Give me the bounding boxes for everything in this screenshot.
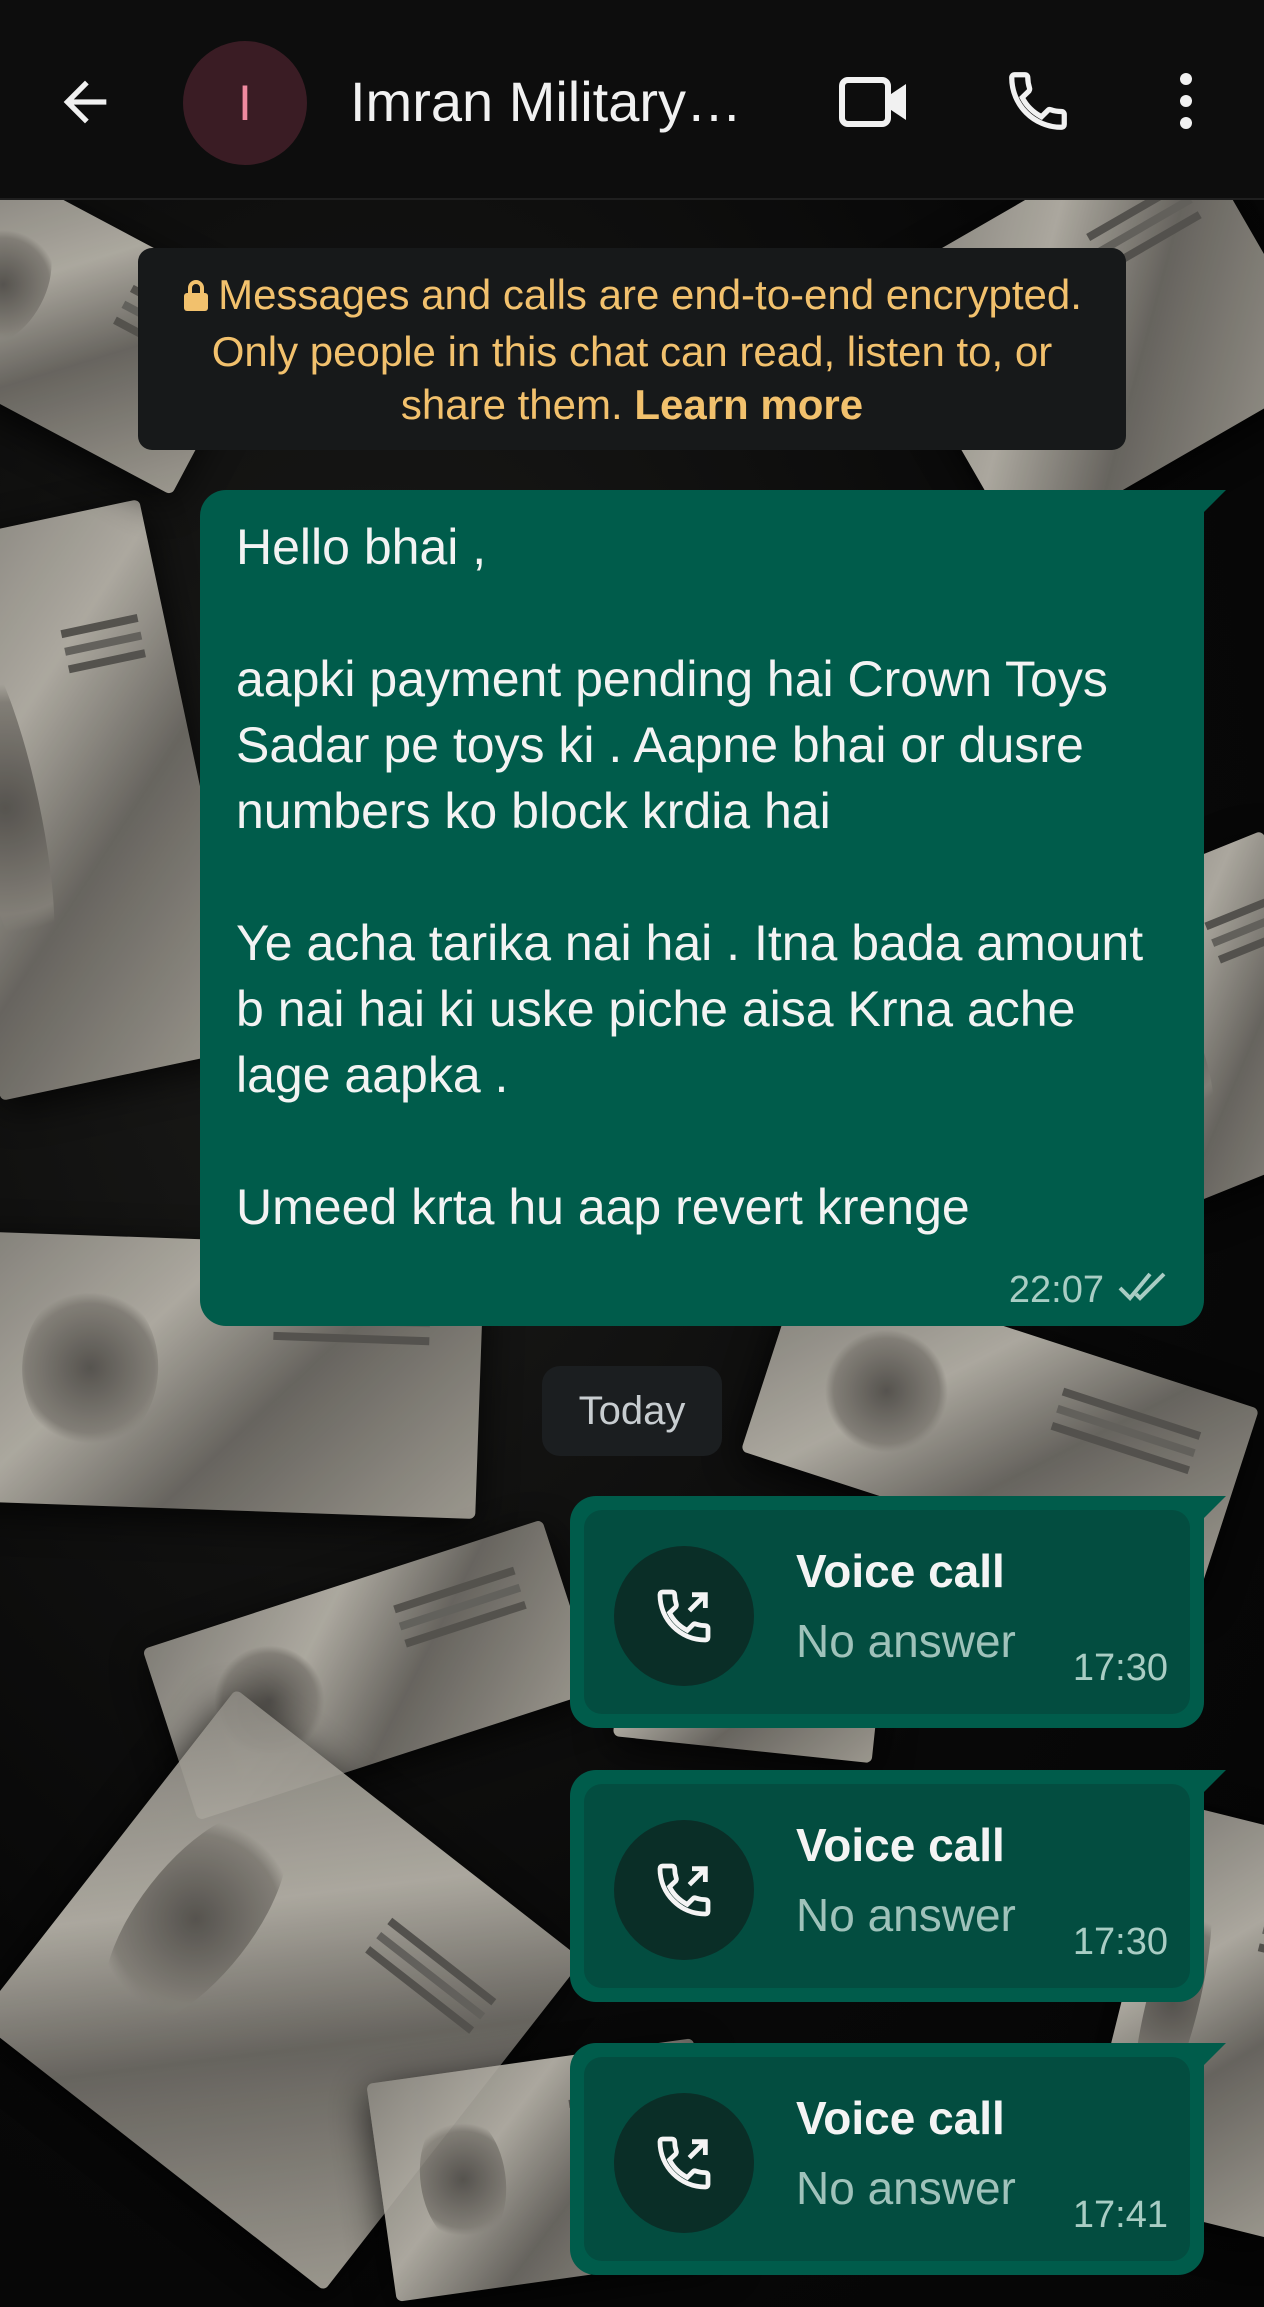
chat-header: I Imran Military… — [0, 0, 1264, 200]
bubble-tail — [1204, 1496, 1226, 1518]
voice-call-bubble[interactable]: Voice call No answer 17:30 — [570, 1770, 1226, 2002]
outgoing-call-icon — [614, 1820, 754, 1960]
call-title: Voice call — [796, 1819, 1005, 1871]
outgoing-call-icon — [614, 1546, 754, 1686]
call-status: No answer — [796, 1615, 1016, 1667]
voice-call-icon[interactable] — [988, 56, 1088, 146]
call-card: Voice call No answer 17:41 — [584, 2057, 1190, 2261]
voice-call-bubble[interactable]: Voice call No answer 17:30 — [570, 1496, 1226, 1728]
double-check-icon — [1118, 1269, 1174, 1312]
call-status: No answer — [796, 2162, 1016, 2214]
outgoing-call-icon — [614, 2093, 754, 2233]
video-call-icon[interactable] — [820, 62, 930, 142]
bubble-tail — [1204, 490, 1226, 512]
voice-call-bubble[interactable]: Voice call No answer 17:41 — [570, 2043, 1226, 2275]
contact-name[interactable]: Imran Military… — [350, 62, 770, 142]
date-separator: Today — [542, 1366, 722, 1456]
call-time: 17:30 — [1072, 1647, 1168, 1689]
back-arrow-icon[interactable] — [40, 62, 130, 142]
call-status: No answer — [796, 1889, 1016, 1941]
outgoing-message-bubble[interactable]: Hello bhai , aapki payment pending hai C… — [200, 490, 1226, 1326]
avatar[interactable]: I — [183, 41, 307, 165]
avatar-initial: I — [238, 75, 252, 131]
call-card: Voice call No answer 17:30 — [584, 1510, 1190, 1714]
call-title: Voice call — [796, 1545, 1005, 1597]
more-options-icon[interactable] — [1156, 56, 1216, 146]
bubble-tail — [1204, 1770, 1226, 1792]
call-time: 17:30 — [1072, 1921, 1168, 1963]
call-title: Voice call — [796, 2092, 1005, 2144]
bubble-tail — [1204, 2043, 1226, 2065]
call-time: 17:41 — [1072, 2194, 1168, 2236]
message-time: 22:07 — [1008, 1269, 1104, 1311]
message-text: Hello bhai , aapki payment pending hai C… — [236, 519, 1144, 1235]
lock-icon — [182, 272, 210, 325]
message-meta: 22:07 — [1009, 1269, 1174, 1312]
learn-more-link[interactable]: Learn more — [634, 381, 863, 428]
encryption-notice[interactable]: Messages and calls are end-to-end encryp… — [138, 248, 1126, 450]
call-card: Voice call No answer 17:30 — [584, 1784, 1190, 1988]
